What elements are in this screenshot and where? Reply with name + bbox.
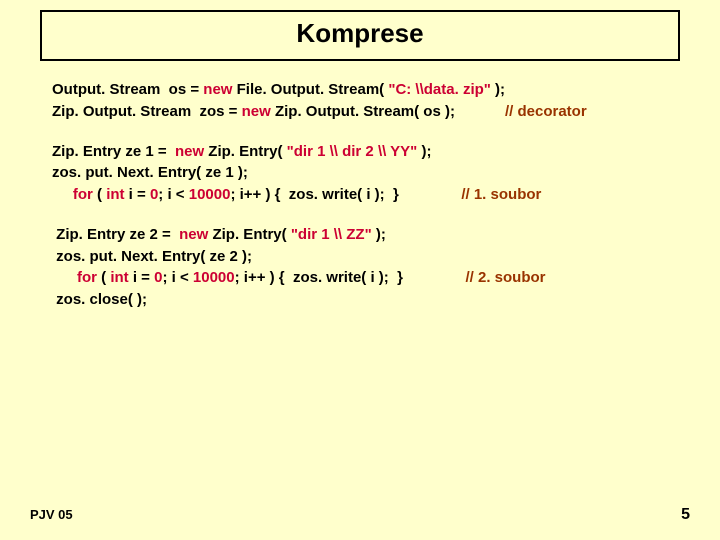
code-text: Zip. Output. Stream zos = [52, 103, 242, 120]
code-text: Zip. Entry( [204, 143, 287, 160]
code-line: for ( int i = 0; i < 10000; i++ ) { zos.… [52, 184, 668, 206]
string-literal: "C: \\data. zip" [388, 81, 491, 98]
code-text: ; i++ ) { zos. write( i ); } [235, 269, 403, 286]
keyword-for: for [52, 269, 97, 286]
code-text: ); [372, 226, 386, 243]
code-text: ); [491, 81, 505, 98]
number-literal: 10000 [193, 269, 235, 286]
code-block-1: Output. Stream os = new File. Output. St… [52, 79, 668, 123]
code-line: zos. close( ); [52, 289, 668, 311]
code-text: ; i < [162, 269, 192, 286]
code-text: i = [129, 269, 154, 286]
slide-content: Output. Stream os = new File. Output. St… [0, 61, 720, 311]
footer-left: PJV 05 [30, 507, 73, 522]
comment: // 1. soubor [399, 186, 542, 203]
keyword-new: new [242, 103, 271, 120]
string-literal: "dir 1 \\ dir 2 \\ YY" [287, 143, 418, 160]
code-line: Zip. Output. Stream zos = new Zip. Outpu… [52, 101, 668, 123]
code-block-2: Zip. Entry ze 1 = new Zip. Entry( "dir 1… [52, 141, 668, 206]
slide: Komprese Output. Stream os = new File. O… [0, 0, 720, 540]
code-text: ( [97, 269, 110, 286]
code-line: zos. put. Next. Entry( ze 1 ); [52, 162, 668, 184]
code-line: zos. put. Next. Entry( ze 2 ); [52, 246, 668, 268]
code-text: File. Output. Stream( [232, 81, 388, 98]
comment: // 2. soubor [403, 269, 546, 286]
string-literal: "dir 1 \\ ZZ" [291, 226, 372, 243]
number-literal: 10000 [189, 186, 231, 203]
code-line: Output. Stream os = new File. Output. St… [52, 79, 668, 101]
code-text: ); [417, 143, 431, 160]
slide-title: Komprese [40, 10, 680, 61]
code-text: ( [93, 186, 106, 203]
keyword-int: int [106, 186, 124, 203]
code-text: Zip. Entry ze 2 = [52, 226, 179, 243]
code-text: Output. Stream os = [52, 81, 203, 98]
code-text: ; i++ ) { zos. write( i ); } [230, 186, 398, 203]
code-text: Zip. Output. Stream( os ); [271, 103, 455, 120]
keyword-new: new [203, 81, 232, 98]
keyword-int: int [110, 269, 128, 286]
code-line: Zip. Entry ze 1 = new Zip. Entry( "dir 1… [52, 141, 668, 163]
code-line: for ( int i = 0; i < 10000; i++ ) { zos.… [52, 267, 668, 289]
comment: // decorator [455, 103, 587, 120]
code-line: Zip. Entry ze 2 = new Zip. Entry( "dir 1… [52, 224, 668, 246]
code-block-3: Zip. Entry ze 2 = new Zip. Entry( "dir 1… [52, 224, 668, 311]
code-text: Zip. Entry( [208, 226, 291, 243]
code-text: ; i < [158, 186, 188, 203]
keyword-for: for [52, 186, 93, 203]
code-text: i = [125, 186, 150, 203]
code-text: Zip. Entry ze 1 = [52, 143, 175, 160]
page-number: 5 [681, 506, 690, 524]
keyword-new: new [179, 226, 208, 243]
title-wrap: Komprese [0, 0, 720, 61]
keyword-new: new [175, 143, 204, 160]
